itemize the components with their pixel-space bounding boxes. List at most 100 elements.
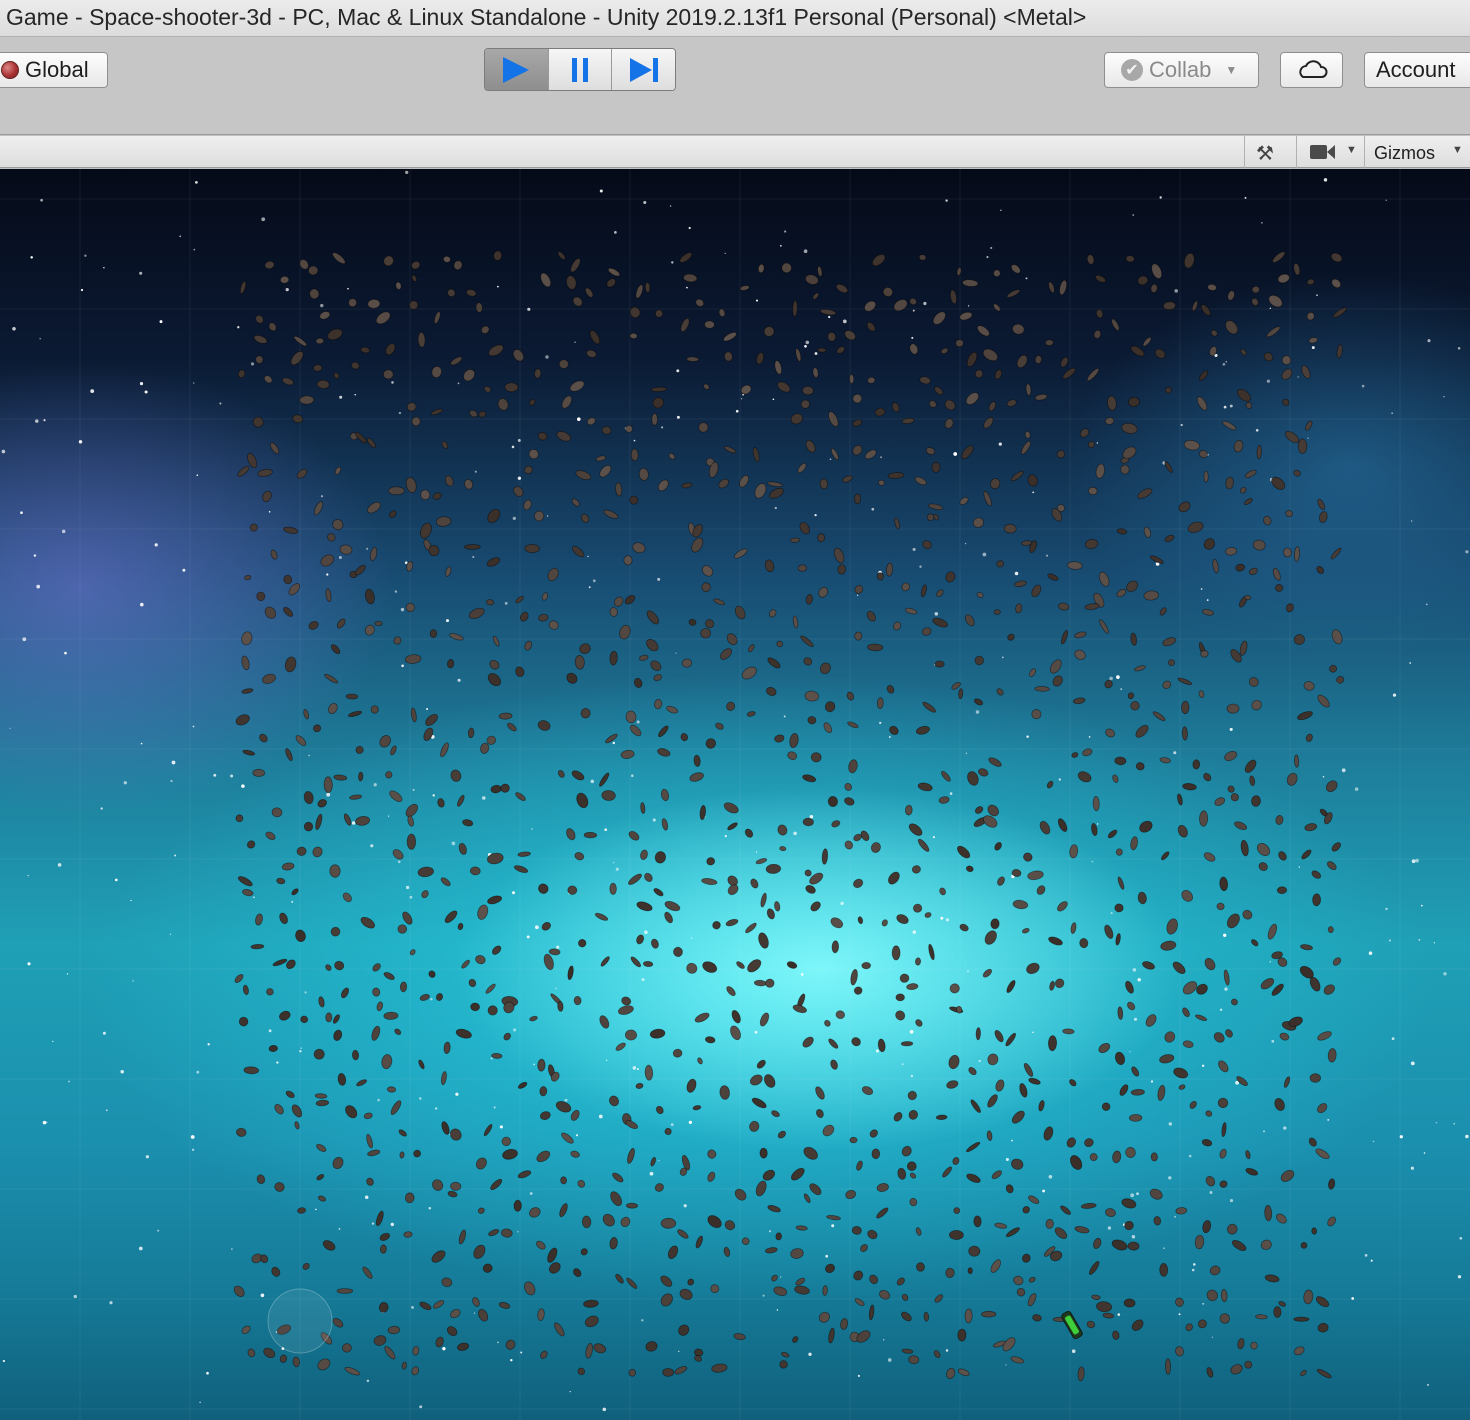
asteroid	[1195, 1014, 1208, 1022]
asteroid	[1005, 1184, 1014, 1194]
asteroid	[850, 969, 858, 986]
asteroid	[1331, 842, 1342, 852]
asteroid	[523, 1281, 536, 1296]
asteroid	[580, 1248, 588, 1256]
asteroid	[1104, 416, 1115, 425]
asteroid	[687, 1278, 695, 1286]
asteroid	[1237, 388, 1251, 402]
asteroid	[1021, 1253, 1031, 1263]
asteroid	[1052, 675, 1063, 687]
asteroid	[934, 1294, 944, 1303]
asteroid	[498, 1301, 511, 1309]
asteroid	[1162, 680, 1172, 689]
asteroid	[1010, 264, 1021, 274]
asteroid	[705, 738, 717, 749]
asteroid	[423, 727, 434, 741]
asteroid	[437, 798, 445, 808]
asteroid	[419, 993, 430, 1001]
asteroid	[332, 1014, 340, 1024]
asteroid	[1222, 420, 1237, 431]
asteroid	[1112, 1330, 1120, 1340]
asteroid	[1224, 750, 1238, 762]
asteroid	[1242, 909, 1253, 920]
asteroid	[777, 824, 788, 836]
joystick-touch-area[interactable]	[267, 1288, 333, 1354]
asteroid	[825, 1263, 835, 1274]
asteroid	[803, 1193, 811, 1204]
asteroid	[1028, 1276, 1036, 1283]
asteroid	[968, 1245, 981, 1257]
asteroid	[1240, 348, 1247, 356]
play-button[interactable]	[485, 49, 549, 90]
chevron-down-icon[interactable]: ▼	[1346, 144, 1357, 156]
asteroid	[384, 1345, 396, 1360]
asteroid	[268, 1044, 278, 1053]
cloud-button[interactable]	[1280, 52, 1343, 88]
asteroid	[1251, 795, 1261, 807]
asteroid	[249, 523, 258, 532]
chevron-down-icon[interactable]: ▼	[1452, 144, 1463, 156]
camera-icon[interactable]	[1310, 145, 1335, 164]
asteroid	[381, 1054, 393, 1070]
asteroid	[1327, 1048, 1337, 1063]
asteroid	[786, 961, 798, 969]
asteroid	[810, 901, 821, 912]
asteroid	[1330, 252, 1343, 263]
asteroid	[1203, 852, 1216, 862]
asteroid	[869, 1129, 878, 1138]
asteroid	[443, 1041, 451, 1054]
asteroid	[316, 379, 330, 390]
asteroid	[995, 1079, 1005, 1092]
asteroid	[1127, 1241, 1140, 1251]
collab-dropdown[interactable]: ✔ Collab ▼	[1104, 52, 1259, 88]
asteroid	[965, 865, 974, 873]
gizmos-button[interactable]: Gizmos	[1374, 143, 1435, 164]
asteroid	[853, 986, 863, 995]
asteroid	[901, 1145, 912, 1157]
pivot-global-toggle[interactable]: Global	[0, 52, 108, 88]
asteroid	[977, 768, 989, 777]
asteroid	[917, 838, 930, 852]
asteroid	[431, 365, 442, 379]
player-ship[interactable]	[1061, 1310, 1084, 1340]
tools-icon[interactable]: ⚒	[1256, 141, 1274, 166]
asteroid	[874, 407, 886, 417]
asteroid	[920, 584, 927, 598]
asteroid	[836, 346, 845, 354]
asteroid	[1143, 526, 1152, 538]
asteroid	[689, 772, 704, 782]
account-dropdown[interactable]: Account	[1364, 52, 1470, 88]
asteroid	[691, 537, 704, 553]
asteroid	[1012, 323, 1025, 335]
asteroid	[757, 263, 765, 274]
asteroid	[1177, 793, 1183, 806]
asteroid	[726, 986, 736, 997]
asteroid	[478, 410, 487, 418]
asteroid	[1268, 294, 1283, 308]
asteroid	[1173, 1067, 1189, 1079]
asteroid	[777, 1130, 787, 1139]
asteroid	[1111, 318, 1120, 331]
asteroid	[997, 876, 1005, 886]
asteroid	[1248, 677, 1259, 687]
step-button[interactable]	[612, 49, 675, 90]
asteroid	[1019, 1083, 1028, 1098]
asteroid	[1028, 668, 1037, 678]
asteroid	[763, 326, 775, 337]
asteroid	[1125, 255, 1135, 263]
game-viewport[interactable]	[0, 169, 1470, 1420]
asteroid	[501, 1136, 511, 1147]
asteroid	[629, 306, 641, 319]
asteroid	[818, 1311, 830, 1323]
asteroid	[477, 1308, 489, 1322]
asteroid	[877, 1038, 886, 1053]
asteroid	[949, 1229, 964, 1241]
asteroid	[962, 279, 979, 287]
asteroid	[1191, 300, 1199, 312]
pause-button[interactable]	[548, 49, 613, 90]
asteroid	[1071, 752, 1079, 758]
asteroid	[539, 1111, 551, 1121]
asteroid	[1049, 980, 1055, 991]
asteroid	[1272, 251, 1286, 263]
asteroid	[528, 448, 539, 460]
